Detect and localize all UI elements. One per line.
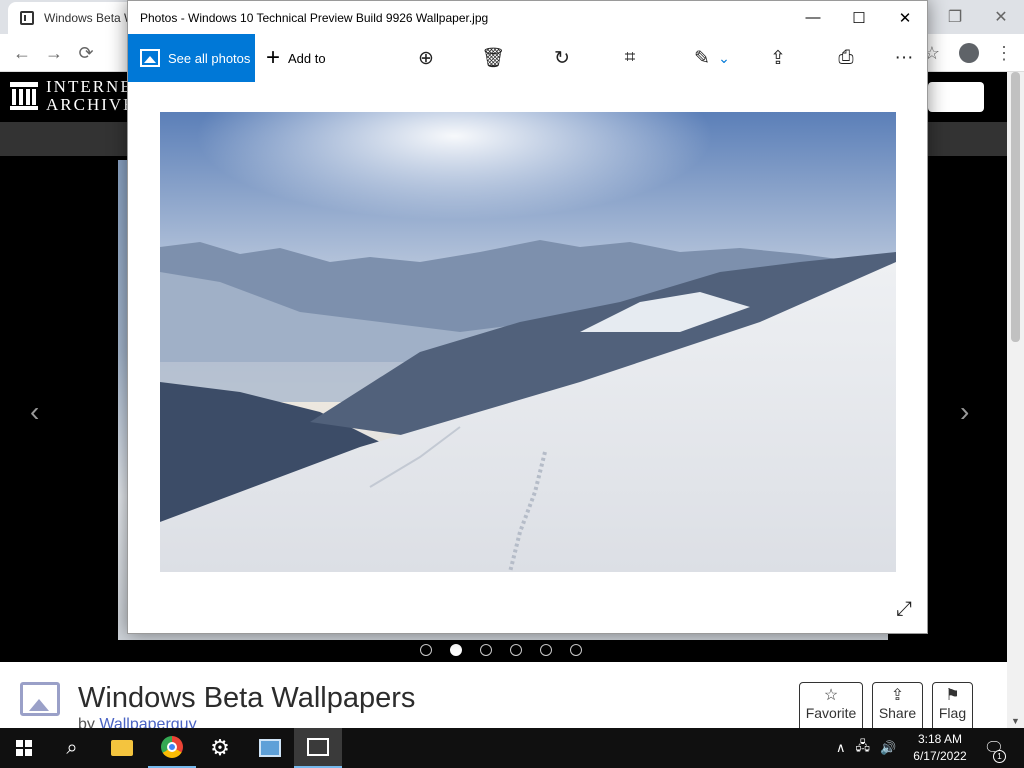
mountain-wallpaper-image xyxy=(160,112,896,572)
image-collection-icon xyxy=(20,682,60,716)
browser-close-button[interactable]: ✕ xyxy=(978,0,1024,34)
author-link[interactable]: Wallpaperguy xyxy=(99,716,196,728)
internet-archive-favicon-icon xyxy=(20,11,34,25)
notification-badge: 1 xyxy=(993,750,1006,763)
photos-titlebar[interactable]: Photos - Windows 10 Technical Preview Bu… xyxy=(128,1,927,34)
item-details: Windows Beta Wallpapers by Wallpaperguy … xyxy=(0,662,1007,728)
see-all-photos-button[interactable]: See all photos xyxy=(128,34,255,82)
settings-gear-icon[interactable]: ⚙ xyxy=(196,728,244,768)
system-tray: ∧ 🖧 🔊 xyxy=(836,728,896,768)
flag-label: Flag xyxy=(938,705,967,721)
network-icon[interactable]: 🖧 xyxy=(856,737,871,759)
print-icon[interactable]: ⎙ xyxy=(826,34,866,82)
internet-archive-logo-icon[interactable] xyxy=(10,80,38,110)
scrollbar-thumb[interactable] xyxy=(1011,72,1020,342)
browser-restore-button[interactable]: ❐ xyxy=(932,0,978,34)
file-explorer-icon[interactable] xyxy=(98,728,146,768)
control-panel-icon[interactable] xyxy=(246,728,294,768)
carousel-dot[interactable] xyxy=(450,644,462,656)
favorite-label: Favorite xyxy=(805,705,857,721)
item-title: Windows Beta Wallpapers xyxy=(78,682,416,714)
tray-chevron-icon[interactable]: ∧ xyxy=(836,740,846,756)
flag-icon: ⚑ xyxy=(945,687,960,704)
carousel-dot[interactable] xyxy=(420,644,432,656)
more-options-icon[interactable]: ··· xyxy=(884,34,924,82)
clock[interactable]: 3:18 AM 6/17/2022 xyxy=(908,731,972,765)
photos-close-button[interactable]: ✕ xyxy=(882,1,928,34)
search-icon[interactable]: ⌕ xyxy=(48,728,96,768)
rotate-icon[interactable]: ↻ xyxy=(542,34,582,82)
carousel-dot[interactable] xyxy=(480,644,492,656)
photos-window: Photos - Windows 10 Technical Preview Bu… xyxy=(127,0,928,634)
viewer-next-arrow-icon[interactable]: › xyxy=(960,396,969,428)
carousel-dot[interactable] xyxy=(570,644,582,656)
browser-tab[interactable]: Windows Beta W xyxy=(8,2,138,34)
star-icon: ☆ xyxy=(823,687,839,704)
plus-icon: + xyxy=(266,44,281,71)
expand-icon[interactable]: ⤢ xyxy=(892,597,916,621)
scroll-down-arrow-icon[interactable]: ▼ xyxy=(1011,716,1020,726)
windows-logo-icon xyxy=(16,740,32,756)
item-byline: by Wallpaperguy xyxy=(78,716,197,728)
zoom-icon[interactable]: ⊕ xyxy=(406,34,446,82)
photo-canvas[interactable] xyxy=(160,112,896,572)
photos-window-title: Photos - Windows 10 Technical Preview Bu… xyxy=(140,11,489,25)
see-all-label: See all photos xyxy=(168,50,251,66)
clock-time: 3:18 AM xyxy=(917,732,963,746)
volume-icon[interactable]: 🔊 xyxy=(880,740,896,756)
share-button[interactable]: ⇪ Share xyxy=(872,682,923,728)
favorite-button[interactable]: ☆ Favorite xyxy=(799,682,863,728)
carousel-dot[interactable] xyxy=(510,644,522,656)
share-icon[interactable]: ⇪ xyxy=(758,34,798,82)
add-to-button[interactable]: + Add to xyxy=(266,34,326,82)
page-scrollbar[interactable]: ▼ xyxy=(1007,72,1024,728)
chrome-icon[interactable] xyxy=(148,728,196,768)
photos-app-icon[interactable] xyxy=(294,728,342,768)
forward-button[interactable]: → xyxy=(40,40,68,66)
byline-prefix: by xyxy=(78,716,100,728)
notification-icon[interactable]: 🗨 xyxy=(978,728,1010,768)
browser-menu-button[interactable]: ⋮ xyxy=(990,40,1018,66)
photos-icon xyxy=(140,49,160,67)
start-button[interactable] xyxy=(0,728,48,768)
carousel-dot[interactable] xyxy=(540,644,552,656)
photos-minimize-button[interactable]: — xyxy=(790,1,836,34)
crop-icon[interactable]: ⌗ xyxy=(610,34,650,82)
tab-title: Windows Beta W xyxy=(44,11,134,25)
viewer-prev-arrow-icon[interactable]: ‹ xyxy=(30,396,39,428)
share-icon: ⇪ xyxy=(890,687,905,704)
edit-chevron-icon[interactable]: ⌄ xyxy=(704,34,744,82)
photos-maximize-button[interactable]: ☐ xyxy=(836,1,882,34)
taskbar: ⌕ ⚙ ∧ 🖧 🔊 3:18 AM 6/17/2022 🗨 1 xyxy=(0,728,1024,768)
ia-search-input[interactable] xyxy=(928,82,984,112)
reload-button[interactable]: ⟳ xyxy=(72,40,100,66)
carousel-dots xyxy=(420,644,590,658)
delete-icon[interactable]: 🗑 xyxy=(473,34,513,82)
profile-icon[interactable] xyxy=(955,40,983,66)
add-to-label: Add to xyxy=(288,50,326,66)
share-label: Share xyxy=(878,705,917,721)
back-button[interactable]: ← xyxy=(8,40,36,66)
photos-toolbar: See all photos + Add to ⊕ 🗑 ↻ ⌗ ✎ ⌄ ⇪ ⎙ … xyxy=(128,34,927,82)
flag-button[interactable]: ⚑ Flag xyxy=(932,682,973,728)
clock-date: 6/17/2022 xyxy=(913,749,967,763)
